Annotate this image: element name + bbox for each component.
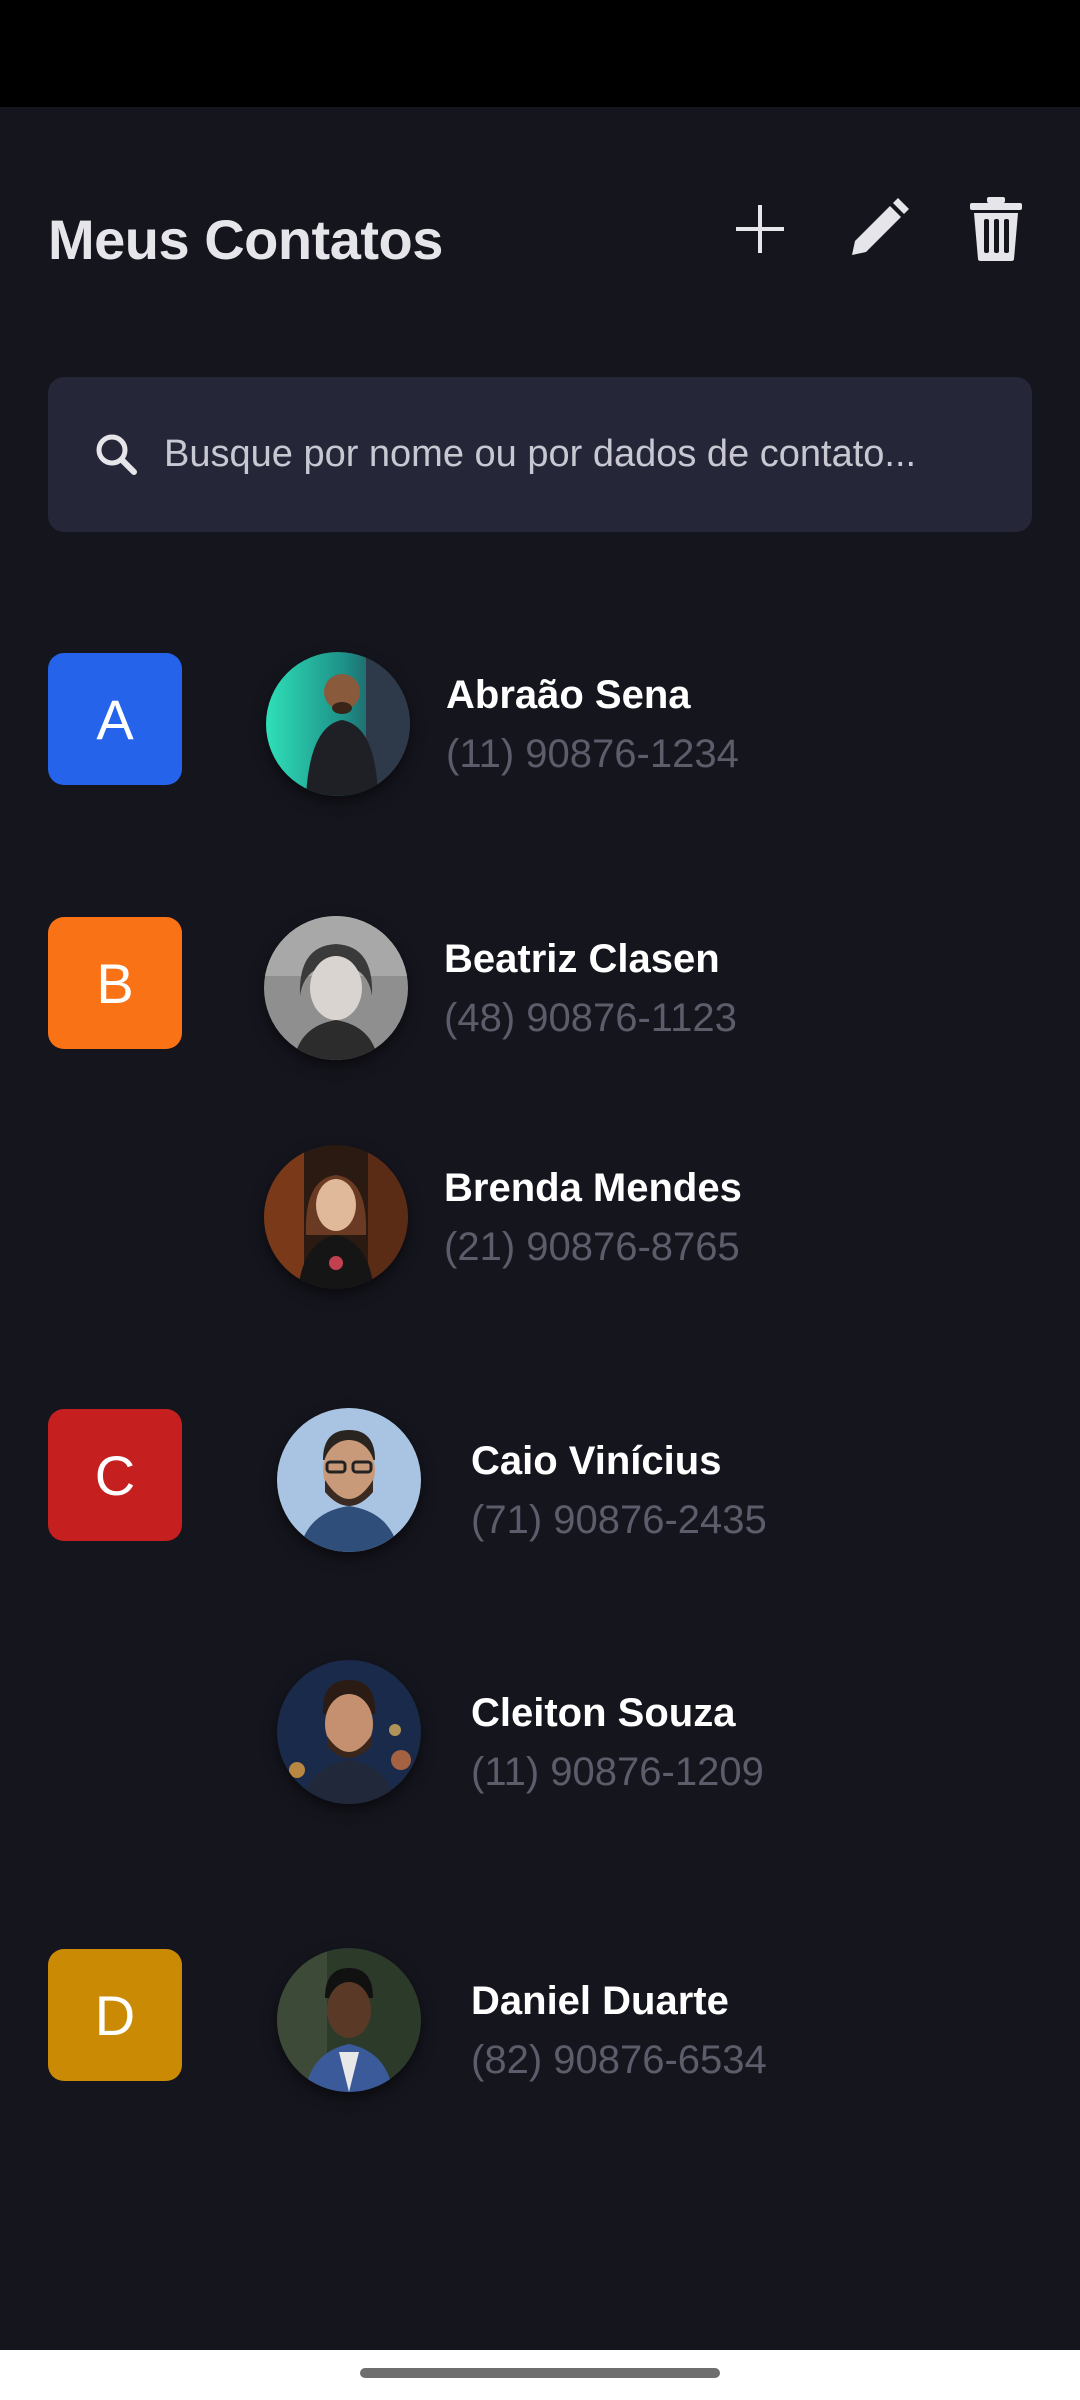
section-letter-c: C (48, 1409, 182, 1541)
status-bar (0, 0, 1080, 107)
avatar-beatriz-clasen[interactable] (264, 916, 408, 1060)
app-header: Meus Contatos (0, 107, 1080, 367)
delete-contact-button[interactable] (956, 189, 1036, 269)
edit-contact-button[interactable] (838, 189, 918, 269)
search-icon (96, 434, 137, 475)
contact-name[interactable]: Brenda Mendes (444, 1166, 742, 1211)
contact-name[interactable]: Abraão Sena (446, 673, 691, 718)
contact-name[interactable]: Daniel Duarte (471, 1979, 729, 2024)
contact-name[interactable]: Cleiton Souza (471, 1691, 735, 1736)
trash-icon (970, 197, 1022, 261)
avatar-daniel-duarte[interactable] (277, 1948, 421, 2092)
search-bar[interactable] (48, 377, 1032, 532)
avatar-brenda-mendes[interactable] (264, 1145, 408, 1289)
contact-name[interactable]: Beatriz Clasen (444, 937, 720, 982)
contact-phone: (21) 90876-8765 (444, 1225, 740, 1269)
search-input[interactable] (164, 377, 1014, 532)
plus-icon (736, 205, 784, 253)
contact-name[interactable]: Caio Vinícius (471, 1439, 721, 1484)
avatar-abraao-sena[interactable] (266, 652, 410, 796)
add-contact-button[interactable] (720, 189, 800, 269)
contact-phone: (82) 90876-6534 (471, 2038, 767, 2082)
contact-phone: (48) 90876-1123 (444, 996, 737, 1040)
section-letter-b: B (48, 917, 182, 1049)
pencil-icon (852, 198, 909, 255)
page-title: Meus Contatos (48, 208, 443, 271)
contact-phone: (71) 90876-2435 (471, 1498, 767, 1542)
avatar-cleiton-souza[interactable] (277, 1660, 421, 1804)
contact-phone: (11) 90876-1234 (446, 732, 739, 776)
avatar-caio-vinicius[interactable] (277, 1408, 421, 1552)
home-gesture-handle[interactable] (360, 2368, 720, 2378)
section-letter-a: A (48, 653, 182, 785)
section-letter-d: D (48, 1949, 182, 2081)
contact-phone: (11) 90876-1209 (471, 1750, 764, 1794)
